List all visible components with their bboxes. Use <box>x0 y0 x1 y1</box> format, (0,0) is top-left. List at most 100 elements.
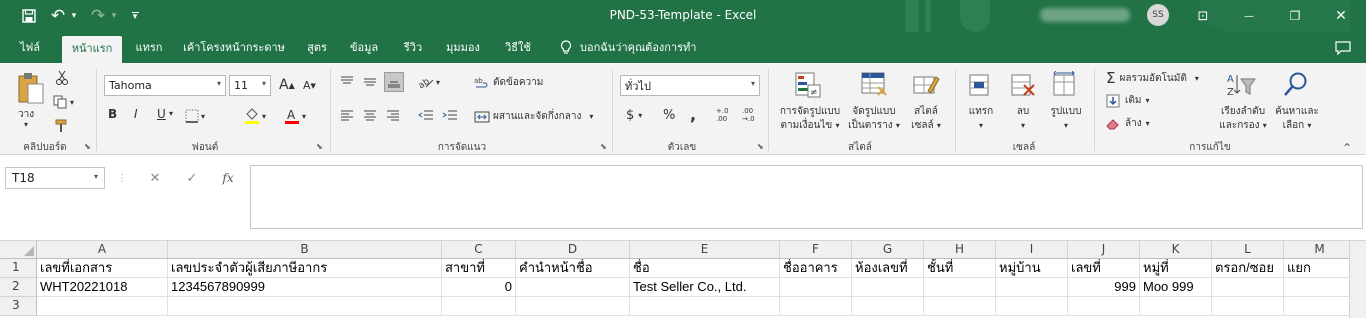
cell-f2[interactable] <box>780 278 852 297</box>
cell-m3[interactable] <box>1284 297 1356 316</box>
cell-h2[interactable] <box>924 278 996 297</box>
alignment-launcher-icon[interactable]: ⬊ <box>600 142 607 151</box>
clear-button[interactable]: ล้าง ▾ <box>1106 116 1150 131</box>
cell-d3[interactable] <box>516 297 630 316</box>
format-as-table-button[interactable]: จัดรูปแบบ เป็นตาราง ▾ <box>846 105 902 133</box>
percent-button[interactable]: % <box>663 108 675 123</box>
autosum-button[interactable]: Σ ผลรวมอัตโนมัติ ▾ <box>1106 69 1199 87</box>
cell-c1[interactable]: สาขาที่ <box>442 259 516 278</box>
cell-b2[interactable]: 1234567890999 <box>168 278 442 297</box>
cell-m1[interactable]: แยก <box>1284 259 1356 278</box>
decrease-decimal-button[interactable]: .00 →.0 <box>742 107 762 123</box>
cell-f3[interactable] <box>780 297 852 316</box>
currency-button[interactable]: $ ▾ <box>626 108 642 123</box>
align-right-button[interactable] <box>386 109 400 121</box>
column-header-b[interactable]: B <box>168 241 442 259</box>
cell-j1[interactable]: เลขที่ <box>1068 259 1140 278</box>
format-cells-button[interactable]: รูปแบบ ▾ <box>1048 105 1084 133</box>
tab-help[interactable]: วิธีใช้ <box>498 32 538 63</box>
cancel-entry-button[interactable]: ✕ <box>143 167 167 189</box>
font-launcher-icon[interactable]: ⬊ <box>316 142 323 151</box>
cell-e3[interactable] <box>630 297 780 316</box>
borders-button[interactable]: ▾ <box>185 107 213 125</box>
cell-e2[interactable]: Test Seller Co., Ltd. <box>630 278 780 297</box>
increase-decimal-button[interactable]: +.0 .00 <box>716 107 734 123</box>
cell-l2[interactable] <box>1212 278 1284 297</box>
grow-font-button[interactable]: A ▲ <box>279 77 295 93</box>
tab-review[interactable]: รีวิว <box>398 32 428 63</box>
column-header-m[interactable]: M <box>1284 241 1356 259</box>
select-all-corner[interactable] <box>0 241 37 259</box>
cell-b1[interactable]: เลขประจำตัวผู้เสียภาษีอากร <box>168 259 442 278</box>
merge-center-button[interactable]: ผสานและจัดกึ่งกลาง ▾ <box>474 109 593 124</box>
increase-indent-button[interactable] <box>442 109 458 121</box>
tab-insert[interactable]: แทรก <box>128 32 170 63</box>
format-painter-button[interactable] <box>53 117 71 135</box>
cell-c2[interactable]: 0 <box>442 278 516 297</box>
cell-a1[interactable]: เลขที่เอกสาร <box>37 259 168 278</box>
cell-a3[interactable] <box>37 297 168 316</box>
ribbon-display-options-button[interactable]: ⊡ <box>1180 0 1226 32</box>
tab-formulas[interactable]: สูตร <box>300 32 334 63</box>
row-header[interactable]: 3 <box>0 297 37 316</box>
align-middle-button[interactable] <box>363 75 377 87</box>
minimize-button[interactable]: — <box>1226 0 1272 32</box>
bold-button[interactable]: B <box>108 107 117 121</box>
column-header-j[interactable]: J <box>1068 241 1140 259</box>
name-box[interactable]: T18 ▾ <box>5 167 105 189</box>
font-name-select[interactable]: Tahoma ▾ <box>104 75 226 96</box>
cell-j3[interactable] <box>1068 297 1140 316</box>
orientation-button[interactable]: ab ▾ <box>418 75 440 89</box>
number-format-select[interactable]: ทั่วไป ▾ <box>620 75 760 96</box>
comma-style-button[interactable]: , <box>690 105 696 124</box>
insert-cells-button[interactable]: แทรก ▾ <box>966 105 996 133</box>
number-launcher-icon[interactable]: ⬊ <box>757 142 764 151</box>
shrink-font-button[interactable]: A ▼ <box>303 79 316 92</box>
row-header[interactable]: 2 <box>0 278 37 297</box>
cell-m2[interactable] <box>1284 278 1356 297</box>
cell-a2[interactable]: WHT20221018 <box>37 278 168 297</box>
cell-styles-button[interactable]: สไตล์ เซลล์ ▾ <box>904 105 948 133</box>
cell-d2[interactable] <box>516 278 630 297</box>
column-header-e[interactable]: E <box>630 241 780 259</box>
cell-d1[interactable]: คำนำหน้าชื่อ <box>516 259 630 278</box>
align-left-button[interactable] <box>340 109 354 121</box>
close-button[interactable]: ✕ <box>1318 0 1364 32</box>
paste-button[interactable] <box>14 69 48 109</box>
cell-i1[interactable]: หมู่บ้าน <box>996 259 1068 278</box>
cell-j2[interactable]: 999 <box>1068 278 1140 297</box>
cell-k2[interactable]: Moo 999 <box>1140 278 1212 297</box>
cell-e1[interactable]: ชื่อ <box>630 259 780 278</box>
align-center-button[interactable] <box>363 109 377 121</box>
align-bottom-button[interactable] <box>384 72 404 92</box>
column-header-h[interactable]: H <box>924 241 996 259</box>
underline-button[interactable]: U <box>157 107 166 121</box>
column-header-f[interactable]: F <box>780 241 852 259</box>
cell-g2[interactable] <box>852 278 924 297</box>
column-header-c[interactable]: C <box>442 241 516 259</box>
insert-function-button[interactable]: fx <box>216 167 240 189</box>
column-header-a[interactable]: A <box>37 241 168 259</box>
avatar[interactable]: SS <box>1147 4 1169 26</box>
column-header-d[interactable]: D <box>516 241 630 259</box>
cell-i2[interactable] <box>996 278 1068 297</box>
tab-data[interactable]: ข้อมูล <box>346 32 382 63</box>
fill-color-button[interactable]: ▾ <box>244 105 272 127</box>
cell-i3[interactable] <box>996 297 1068 316</box>
cell-g3[interactable] <box>852 297 924 316</box>
sort-filter-button[interactable]: เรียงลำดับ และกรอง ▾ <box>1216 105 1270 133</box>
vertical-scrollbar[interactable] <box>1349 241 1366 318</box>
conditional-formatting-button[interactable]: การจัดรูปแบบ ตามเงื่อนไข ▾ <box>776 105 844 133</box>
clipboard-launcher-icon[interactable]: ⬊ <box>84 142 91 151</box>
cell-l1[interactable]: ตรอก/ซอย <box>1212 259 1284 278</box>
tab-page-layout[interactable]: เค้าโครงหน้ากระดาษ <box>180 32 288 63</box>
delete-cells-button[interactable]: ลบ ▾ <box>1008 105 1038 133</box>
cell-b3[interactable] <box>168 297 442 316</box>
cell-k1[interactable]: หมู่ที่ <box>1140 259 1212 278</box>
column-header-g[interactable]: G <box>852 241 924 259</box>
cut-button[interactable] <box>53 69 71 87</box>
column-header-i[interactable]: I <box>996 241 1068 259</box>
cell-c3[interactable] <box>442 297 516 316</box>
row-header[interactable]: 1 <box>0 259 37 278</box>
font-color-button[interactable]: A ▾ <box>284 105 314 127</box>
